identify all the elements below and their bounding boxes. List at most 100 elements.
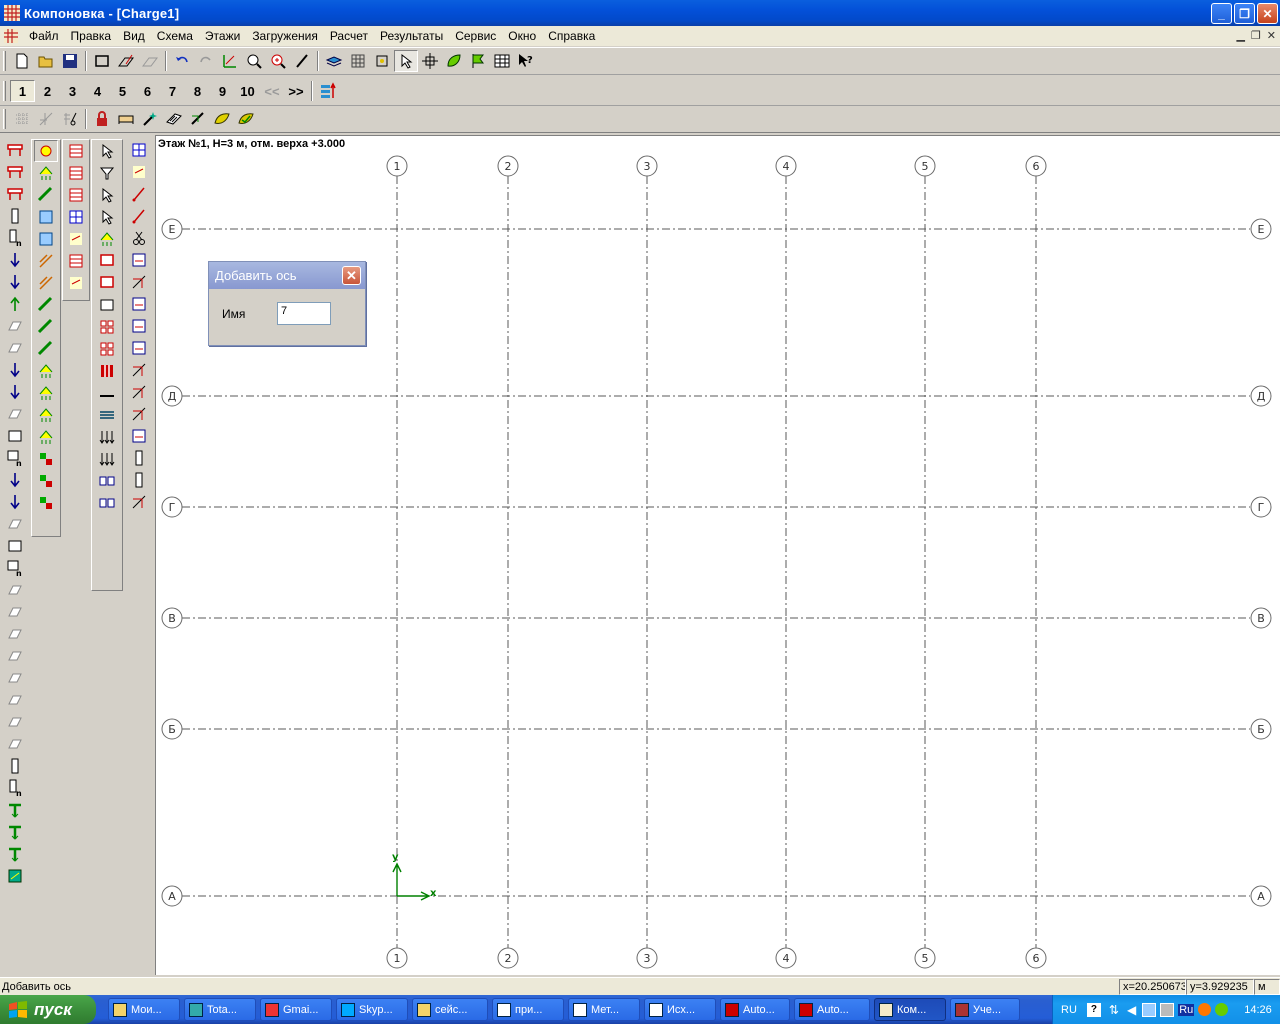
palette2-load-1-button[interactable] — [34, 162, 58, 184]
palette5-e3-4-button[interactable] — [127, 227, 151, 249]
palette5-e4-12-button[interactable] — [127, 403, 151, 425]
palette1-column-n-4-button[interactable]: n — [3, 227, 27, 249]
palette4-arrows-14-button[interactable] — [95, 448, 119, 470]
leaf-button[interactable] — [442, 50, 466, 72]
menu-window[interactable]: Окно — [502, 29, 542, 43]
document-grid-icon[interactable] — [4, 29, 18, 43]
palette2-g5-16-button[interactable] — [34, 492, 58, 514]
floor-button-6[interactable]: 6 — [135, 80, 160, 102]
mdi-close-button[interactable]: ✕ — [1267, 29, 1276, 42]
palette5-e4-16-button[interactable] — [127, 491, 151, 513]
floor-button-9[interactable]: 9 — [210, 80, 235, 102]
palette4-arrows-13-button[interactable] — [95, 426, 119, 448]
palette3-r1-2-button[interactable] — [64, 184, 88, 206]
palette1-t-load-31-button[interactable] — [3, 821, 27, 843]
palette1-wall-23-button[interactable] — [3, 645, 27, 667]
floors-next-button[interactable]: >> — [284, 80, 308, 102]
palette5-e1-9-button[interactable] — [127, 337, 151, 359]
palette5-col-15-button[interactable] — [127, 469, 151, 491]
palette1-wall-27-button[interactable] — [3, 733, 27, 755]
palette1-wall-22-button[interactable] — [3, 623, 27, 645]
taskbar-task-10[interactable]: Ком... — [874, 998, 946, 1021]
palette1-rect-n-19-button[interactable]: n — [3, 557, 27, 579]
palette1-beam-0-button[interactable] — [3, 139, 27, 161]
axes-button[interactable] — [218, 50, 242, 72]
palette2-g1-0-button[interactable] — [34, 140, 58, 162]
taskbar-task-0[interactable]: Мои... — [108, 998, 180, 1021]
menu-scheme[interactable]: Схема — [151, 29, 199, 43]
zoom-in-button[interactable] — [266, 50, 290, 72]
palette1-wall-20-button[interactable] — [3, 579, 27, 601]
taskbar-task-5[interactable]: при... — [492, 998, 564, 1021]
palette1-arrow-down-6-button[interactable] — [3, 271, 27, 293]
toolbar-grip[interactable] — [3, 109, 6, 129]
palette5-e2-2-button[interactable] — [127, 183, 151, 205]
table-button[interactable] — [490, 50, 514, 72]
snap-point-button[interactable] — [370, 50, 394, 72]
menu-edit[interactable]: Правка — [65, 29, 118, 43]
palette5-e1-13-button[interactable] — [127, 425, 151, 447]
palette1-column-n-29-button[interactable]: n — [3, 777, 27, 799]
lock-button[interactable] — [90, 108, 114, 130]
menu-calculation[interactable]: Расчет — [324, 29, 374, 43]
palette4-sq-6-button[interactable] — [95, 272, 119, 294]
floor-stack-button[interactable] — [316, 80, 340, 102]
palette1-wall-26-button[interactable] — [3, 711, 27, 733]
floor-button-10[interactable]: 10 — [235, 80, 260, 102]
palette1-wall-9-button[interactable] — [3, 337, 27, 359]
layers-button[interactable] — [322, 50, 346, 72]
help-tray-icon[interactable]: ? — [1086, 1002, 1101, 1017]
palette1-arrow-down-5-button[interactable] — [3, 249, 27, 271]
floor-button-3[interactable]: 3 — [60, 80, 85, 102]
palette1-arrow-up-7-button[interactable] — [3, 293, 27, 315]
floor-button-8[interactable]: 8 — [185, 80, 210, 102]
palette2-load-10-button[interactable] — [34, 360, 58, 382]
minimize-button[interactable]: _ — [1211, 3, 1232, 24]
palette5-e1-8-button[interactable] — [127, 315, 151, 337]
floor-button-1[interactable]: 1 — [10, 80, 35, 102]
palette5-e4-10-button[interactable] — [127, 359, 151, 381]
palette1-arrow-down-16-button[interactable] — [3, 491, 27, 513]
palette1-wall-12-button[interactable] — [3, 403, 27, 425]
palette3-r2-3-button[interactable] — [64, 206, 88, 228]
pattern-button[interactable] — [162, 108, 186, 130]
menu-floors[interactable]: Этажи — [199, 29, 246, 43]
palette1-rect-18-button[interactable] — [3, 535, 27, 557]
dialog-close-button[interactable]: ✕ — [342, 266, 361, 285]
taskbar-task-2[interactable]: Gmai... — [260, 998, 332, 1021]
palette2-g2-8-button[interactable] — [34, 316, 58, 338]
restore-button[interactable]: ❐ — [1234, 3, 1255, 24]
grid-cut-button[interactable] — [58, 108, 82, 130]
palette3-r1-5-button[interactable] — [64, 250, 88, 272]
grid-ruler-button[interactable] — [34, 108, 58, 130]
palette2-load-12-button[interactable] — [34, 404, 58, 426]
palette1-arrow-down-11-button[interactable] — [3, 381, 27, 403]
palette4-bars-10-button[interactable] — [95, 360, 119, 382]
context-help-button[interactable]: ? — [514, 50, 538, 72]
palette4-quad-8-button[interactable] — [95, 316, 119, 338]
palette1-q-load-33-button[interactable] — [3, 865, 27, 887]
palette5-col-14-button[interactable] — [127, 447, 151, 469]
new-file-button[interactable] — [10, 50, 34, 72]
palette2-g4-5-button[interactable] — [34, 250, 58, 272]
palette5-r3-1-button[interactable] — [127, 161, 151, 183]
palette1-arrow-down-15-button[interactable] — [3, 469, 27, 491]
palette1-column-3-button[interactable] — [3, 205, 27, 227]
palette1-arrow-down-10-button[interactable] — [3, 359, 27, 381]
start-button[interactable]: пуск — [0, 995, 96, 1024]
palette2-g4-6-button[interactable] — [34, 272, 58, 294]
arrow-tray-icon[interactable]: ◀ — [1127, 1003, 1136, 1017]
palette3-r3-4-button[interactable] — [64, 228, 88, 250]
network-tray-icon[interactable]: ⇅ — [1109, 1003, 1119, 1017]
floor-button-2[interactable]: 2 — [35, 80, 60, 102]
palette2-g5-15-button[interactable] — [34, 470, 58, 492]
palette1-beam-1-button[interactable] — [3, 161, 27, 183]
palette3-r3-6-button[interactable] — [64, 272, 88, 294]
floor-button-7[interactable]: 7 — [160, 80, 185, 102]
undo-button[interactable] — [170, 50, 194, 72]
leaf-check-button[interactable] — [234, 108, 258, 130]
taskbar-task-4[interactable]: сейс... — [412, 998, 488, 1021]
taskbar-task-3[interactable]: Skyp... — [336, 998, 408, 1021]
palette4-sel-3-button[interactable] — [95, 206, 119, 228]
palette1-rect-13-button[interactable] — [3, 425, 27, 447]
